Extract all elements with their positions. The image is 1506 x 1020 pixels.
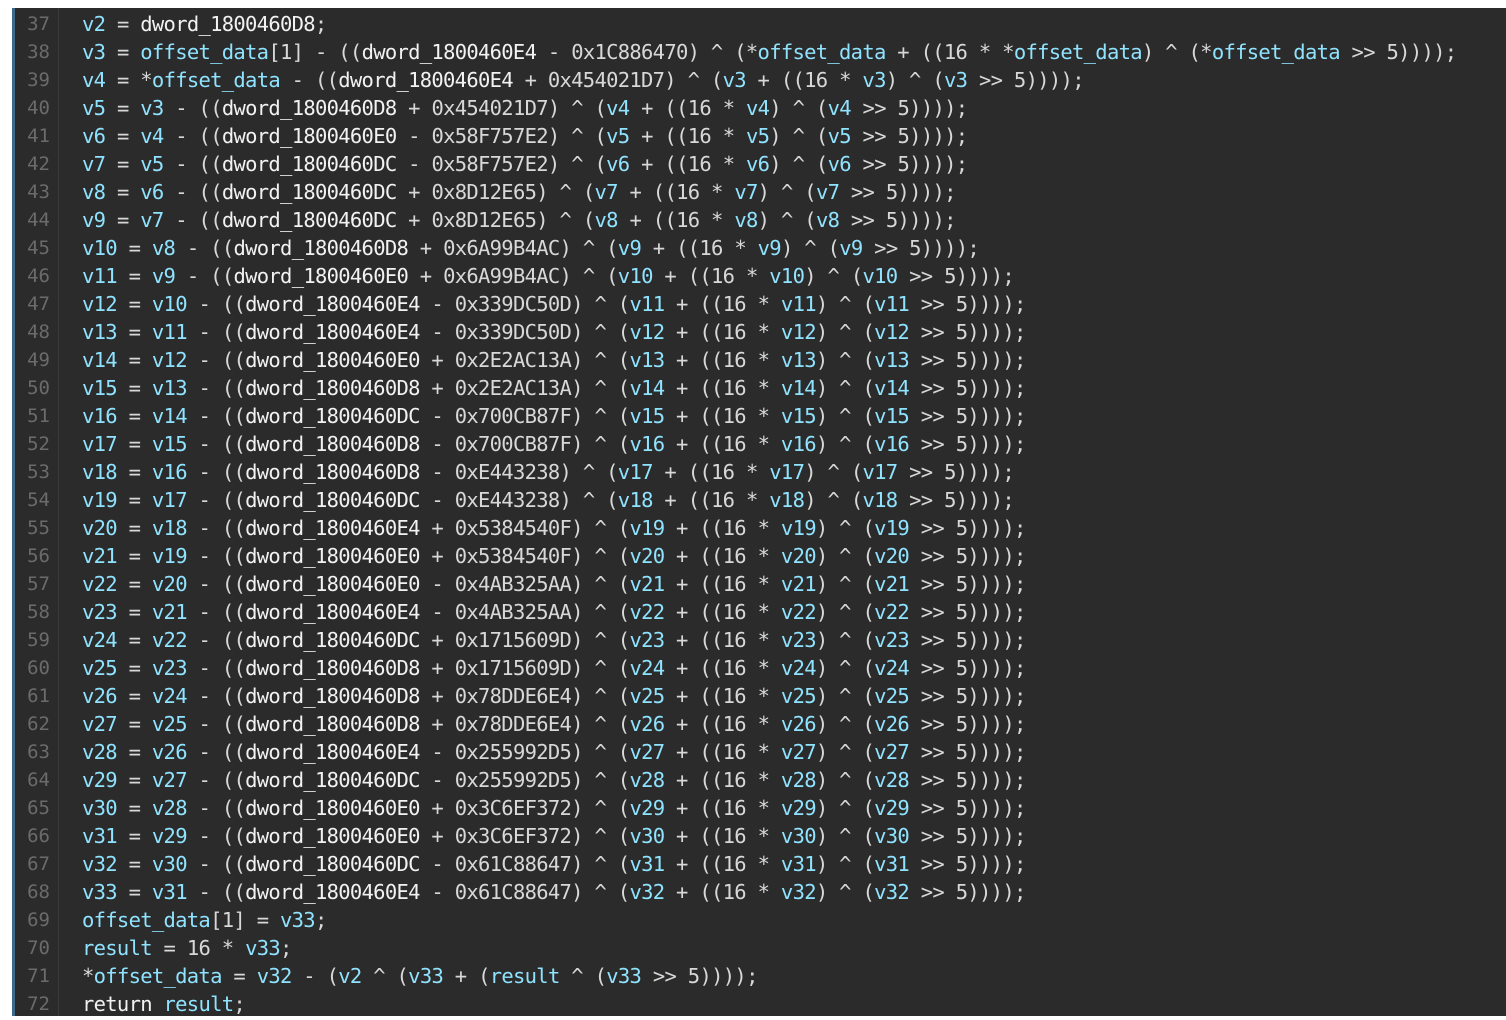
code-text[interactable]: v28 = v26 - ((dword_1800460E4 - 0x255992… — [82, 738, 1026, 766]
code-text[interactable]: v8 = v6 - ((dword_1800460DC + 0x8D12E65)… — [82, 178, 956, 206]
code-text[interactable]: v22 = v20 - ((dword_1800460E0 - 0x4AB325… — [82, 570, 1026, 598]
code-text[interactable]: v15 = v13 - ((dword_1800460D8 + 0x2E2AC1… — [82, 374, 1026, 402]
code-text[interactable]: v4 = *offset_data - ((dword_1800460E4 + … — [82, 66, 1085, 94]
code-text[interactable]: *offset_data = v32 - (v2 ^ (v33 + (resul… — [82, 962, 758, 990]
line-number: 51 — [27, 405, 50, 427]
code-text[interactable]: v9 = v7 - ((dword_1800460DC + 0x8D12E65)… — [82, 206, 956, 234]
code-text[interactable]: v26 = v24 - ((dword_1800460D8 + 0x78DDE6… — [82, 682, 1026, 710]
line-number: 65 — [27, 797, 50, 819]
code-text[interactable]: v20 = v18 - ((dword_1800460E4 + 0x538454… — [82, 514, 1026, 542]
code-text[interactable]: v3 = offset_data[1] - ((dword_1800460E4 … — [82, 38, 1457, 66]
code-text[interactable]: v21 = v19 - ((dword_1800460E0 + 0x538454… — [82, 542, 1026, 570]
line-number: 37 — [27, 13, 50, 35]
line-number: 67 — [27, 853, 50, 875]
line-number: 59 — [27, 629, 50, 651]
line-number: 57 — [27, 573, 50, 595]
code-text[interactable]: v18 = v16 - ((dword_1800460D8 - 0xE44323… — [82, 458, 1015, 486]
line-number: 44 — [27, 209, 50, 231]
line-number: 45 — [27, 237, 50, 259]
code-text[interactable]: v24 = v22 - ((dword_1800460DC + 0x171560… — [82, 626, 1026, 654]
pseudocode-editor[interactable]: 37 v2 = dword_1800460D8; 38 v3 = offset_dat… — [12, 8, 1506, 1016]
code-text[interactable]: v29 = v27 - ((dword_1800460DC - 0x255992… — [82, 766, 1026, 794]
code-text[interactable]: v33 = v31 - ((dword_1800460E4 - 0x61C886… — [82, 878, 1026, 906]
line-number: 56 — [27, 545, 50, 567]
line-number: 60 — [27, 657, 50, 679]
line-number: 43 — [27, 181, 50, 203]
line-number: 53 — [27, 461, 50, 483]
code-text[interactable]: v30 = v28 - ((dword_1800460E0 + 0x3C6EF3… — [82, 794, 1026, 822]
line-number: 72 — [27, 993, 50, 1015]
line-number: 48 — [27, 321, 50, 343]
code-text[interactable]: v5 = v3 - ((dword_1800460D8 + 0x454021D7… — [82, 94, 968, 122]
code-text[interactable]: v19 = v17 - ((dword_1800460DC - 0xE44323… — [82, 486, 1015, 514]
line-number: 66 — [27, 825, 50, 847]
code-text[interactable]: v13 = v11 - ((dword_1800460E4 - 0x339DC5… — [82, 318, 1026, 346]
line-number: 41 — [27, 125, 50, 147]
line-number: 70 — [27, 937, 50, 959]
line-number: 55 — [27, 517, 50, 539]
line-number: 49 — [27, 349, 50, 371]
line-number: 71 — [27, 965, 50, 987]
code-text[interactable]: v10 = v8 - ((dword_1800460D8 + 0x6A99B4A… — [82, 234, 980, 262]
line-number: 52 — [27, 433, 50, 455]
line-number: 46 — [27, 265, 50, 287]
code-text[interactable]: v14 = v12 - ((dword_1800460E0 + 0x2E2AC1… — [82, 346, 1026, 374]
line-number: 54 — [27, 489, 50, 511]
code-text[interactable]: v25 = v23 - ((dword_1800460D8 + 0x171560… — [82, 654, 1026, 682]
line-number: 47 — [27, 293, 50, 315]
code-text[interactable]: v23 = v21 - ((dword_1800460E4 - 0x4AB325… — [82, 598, 1026, 626]
line-number: 68 — [27, 881, 50, 903]
line-number: 62 — [27, 713, 50, 735]
code-text[interactable]: v17 = v15 - ((dword_1800460D8 - 0x700CB8… — [82, 430, 1026, 458]
line-number: 42 — [27, 153, 50, 175]
code-text[interactable]: v32 = v30 - ((dword_1800460DC - 0x61C886… — [82, 850, 1026, 878]
code-text[interactable]: return result; — [82, 990, 246, 1016]
code-text[interactable]: v6 = v4 - ((dword_1800460E0 - 0x58F757E2… — [82, 122, 968, 150]
code-text[interactable]: v31 = v29 - ((dword_1800460E0 + 0x3C6EF3… — [82, 822, 1026, 850]
code-text[interactable]: result = 16 * v33; — [82, 934, 292, 962]
line-number: 69 — [27, 909, 50, 931]
line-number: 50 — [27, 377, 50, 399]
code-text[interactable]: v7 = v5 - ((dword_1800460DC - 0x58F757E2… — [82, 150, 968, 178]
code-text[interactable]: v12 = v10 - ((dword_1800460E4 - 0x339DC5… — [82, 290, 1026, 318]
code-text[interactable]: v27 = v25 - ((dword_1800460D8 + 0x78DDE6… — [82, 710, 1026, 738]
line-number: 38 — [27, 41, 50, 63]
line-number: 58 — [27, 601, 50, 623]
line-number: 64 — [27, 769, 50, 791]
line-number: 63 — [27, 741, 50, 763]
line-number: 40 — [27, 97, 50, 119]
code-text[interactable]: v16 = v14 - ((dword_1800460DC - 0x700CB8… — [82, 402, 1026, 430]
line-number: 39 — [27, 69, 50, 91]
code-text[interactable]: v2 = dword_1800460D8; — [82, 10, 327, 38]
line-number: 61 — [27, 685, 50, 707]
code-text[interactable]: v11 = v9 - ((dword_1800460E0 + 0x6A99B4A… — [82, 262, 1015, 290]
code-text[interactable]: offset_data[1] = v33; — [82, 906, 327, 934]
